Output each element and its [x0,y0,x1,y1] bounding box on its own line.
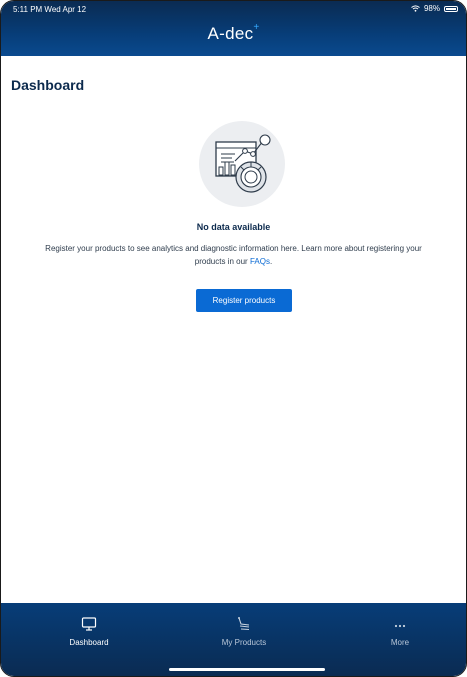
tab-label-dashboard: Dashboard [69,638,109,647]
battery-percent: 98% [423,4,440,13]
home-indicator[interactable] [169,668,325,671]
brand-name: A-dec [207,24,254,43]
tab-label-more: More [390,638,410,647]
empty-state-title: No data available [196,222,271,232]
status-bar: 5:11 PM Wed Apr 12 98% [1,1,466,15]
app-window: 5:11 PM Wed Apr 12 98% A-dec+ Dashboard [0,0,467,677]
analytics-illustration-icon [199,121,285,207]
brand-plus-mark: + [253,22,260,33]
bottom-tab-bar: Dashboard My Products More [1,603,466,676]
battery-level [446,7,456,10]
battery-icon [444,5,458,12]
tab-label-my-products: My Products [221,638,267,647]
brand-logo: A-dec+ [1,22,466,44]
faq-link[interactable]: FAQs [250,257,270,266]
tab-my-products[interactable]: My Products [189,616,299,647]
tab-more[interactable]: More [345,616,455,647]
status-time: 5:11 PM Wed Apr 12 [13,5,87,14]
empty-state-message: Register your products to see analytics … [31,242,436,268]
dental-chair-icon [238,617,250,631]
empty-state-text-end: . [269,257,273,266]
register-products-button[interactable]: Register products [196,289,292,312]
status-indicators: 98% [411,4,458,13]
more-dots-icon [394,624,406,628]
app-header: 5:11 PM Wed Apr 12 98% A-dec+ [1,1,466,56]
wifi-icon [411,5,420,12]
tab-dashboard[interactable]: Dashboard [34,616,144,647]
monitor-icon [81,617,97,631]
page-title: Dashboard [11,77,85,93]
empty-state-text: Register your products to see analytics … [45,244,422,266]
